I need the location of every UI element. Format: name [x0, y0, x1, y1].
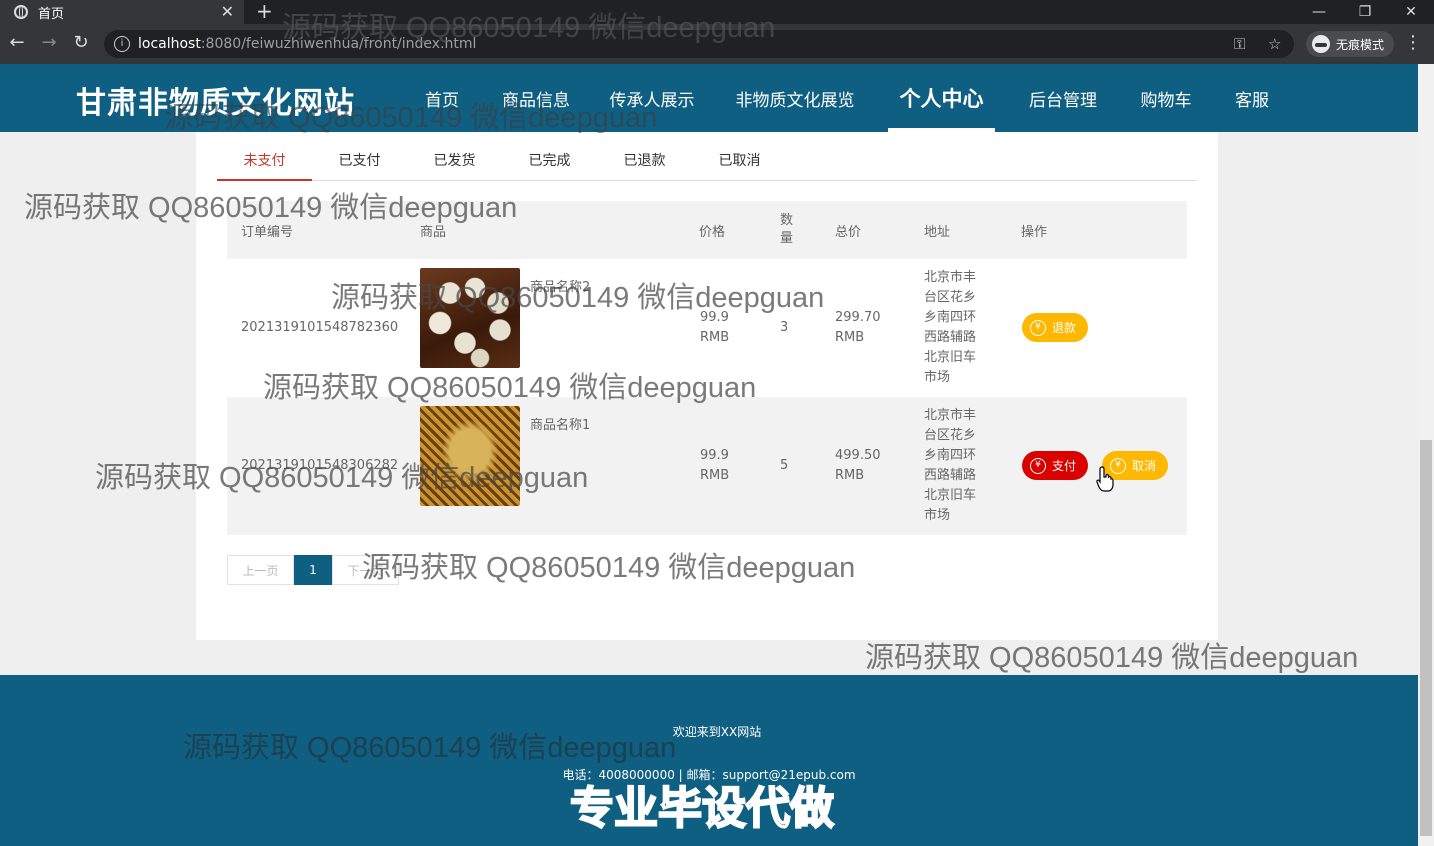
th-total: 总价 [835, 224, 862, 240]
minimize-icon[interactable]: — [1296, 0, 1342, 24]
new-tab-icon[interactable]: + [256, 0, 273, 22]
watermark: 源码获取 QQ86050149 微信deepguan [331, 282, 825, 314]
nav-personal-center[interactable]: 个人中心 [888, 64, 995, 132]
key-icon[interactable]: ⚿ [1234, 30, 1245, 58]
watermark: 源码获取 QQ86050149 微信deepguan [263, 372, 757, 404]
cancel-label: 取消 [1132, 459, 1157, 473]
address: 北京市丰 台区花乡 乡南四环 西路辅路 北京旧车 市场 [924, 270, 977, 385]
tab-cancelled[interactable]: 已取消 [692, 140, 787, 180]
tab-shipped[interactable]: 已发货 [407, 140, 502, 180]
watermark-big: 专业毕设代做 [569, 782, 835, 835]
globe-icon [14, 5, 28, 19]
total-price: 299.70 RMB [835, 310, 881, 345]
address: 北京市丰 台区花乡 乡南四环 西路辅路 北京旧车 市场 [924, 408, 977, 523]
tab-completed[interactable]: 已完成 [502, 140, 597, 180]
quantity: 3 [780, 320, 789, 335]
page-1-button[interactable]: 1 [294, 555, 332, 585]
tab-refunded[interactable]: 已退款 [597, 140, 692, 180]
yen-icon: ¥ [1030, 319, 1046, 336]
watermark: 源码获取 QQ86050149 微信deepguan [183, 732, 677, 764]
tab-paid[interactable]: 已支付 [312, 140, 407, 180]
product-name[interactable]: 商品名称1 [530, 416, 590, 436]
url-host: localhost [138, 36, 201, 52]
watermark: 源码获取 QQ86050149 微信deepguan [865, 642, 1359, 674]
th-action: 操作 [1021, 224, 1048, 240]
yen-icon: ¥ [1030, 457, 1046, 474]
th-address: 地址 [924, 224, 951, 240]
restore-icon[interactable]: ❐ [1342, 0, 1388, 24]
nav-cart[interactable]: 购物车 [1132, 64, 1200, 132]
window-close-icon[interactable]: ✕ [1388, 0, 1434, 24]
pay-button[interactable]: ¥ 支付 [1022, 451, 1088, 480]
nav-exhibition[interactable]: 非物质文化展览 [728, 64, 862, 132]
pay-label: 支付 [1052, 459, 1077, 473]
price: 99.9 RMB [700, 448, 730, 483]
incognito-badge[interactable]: 无痕模式 [1306, 31, 1394, 57]
total-price: 499.50 RMB [835, 448, 881, 483]
order-number: 2021319101548782360 [241, 320, 399, 335]
watermark: 源码获取 QQ86050149 微信deepguan [164, 102, 658, 134]
incognito-label: 无痕模式 [1336, 37, 1385, 52]
menu-icon[interactable]: ⋮ [1404, 32, 1422, 53]
forward-icon[interactable]: → [38, 32, 60, 54]
nav-admin[interactable]: 后台管理 [1020, 64, 1106, 132]
browser-tab[interactable]: 首页 ✕ [0, 0, 244, 24]
nav-service[interactable]: 客服 [1226, 64, 1278, 132]
tab-unpaid[interactable]: 未支付 [217, 140, 312, 181]
quantity: 5 [780, 458, 789, 473]
scrollbar-thumb[interactable] [1420, 440, 1432, 836]
watermark: 源码获取 QQ86050149 微信deepguan [24, 192, 518, 224]
prev-page-button[interactable]: 上一页 [227, 555, 294, 585]
refund-label: 退款 [1052, 321, 1077, 335]
close-tab-icon[interactable]: ✕ [221, 2, 234, 21]
th-price: 价格 [699, 224, 726, 240]
watermark: 源码获取 QQ86050149 微信deepguan [362, 552, 856, 584]
tab-title: 首页 [38, 6, 65, 22]
incognito-icon [1312, 35, 1330, 53]
hand-cursor-icon [1096, 466, 1114, 492]
watermark: 源码获取 QQ86050149 微信deepguan [282, 12, 776, 44]
back-icon[interactable]: ← [6, 32, 28, 54]
star-icon[interactable]: ☆ [1268, 30, 1281, 58]
order-status-tabs: 未支付 已支付 已发货 已完成 已退款 已取消 [217, 140, 1197, 181]
th-quantity: 数 量 [780, 213, 794, 246]
watermark: 源码获取 QQ86050149 微信deepguan [95, 462, 589, 494]
site-info-icon[interactable]: i [114, 36, 130, 52]
reload-icon[interactable]: ↻ [70, 32, 92, 54]
refund-button[interactable]: ¥ 退款 [1022, 313, 1088, 342]
